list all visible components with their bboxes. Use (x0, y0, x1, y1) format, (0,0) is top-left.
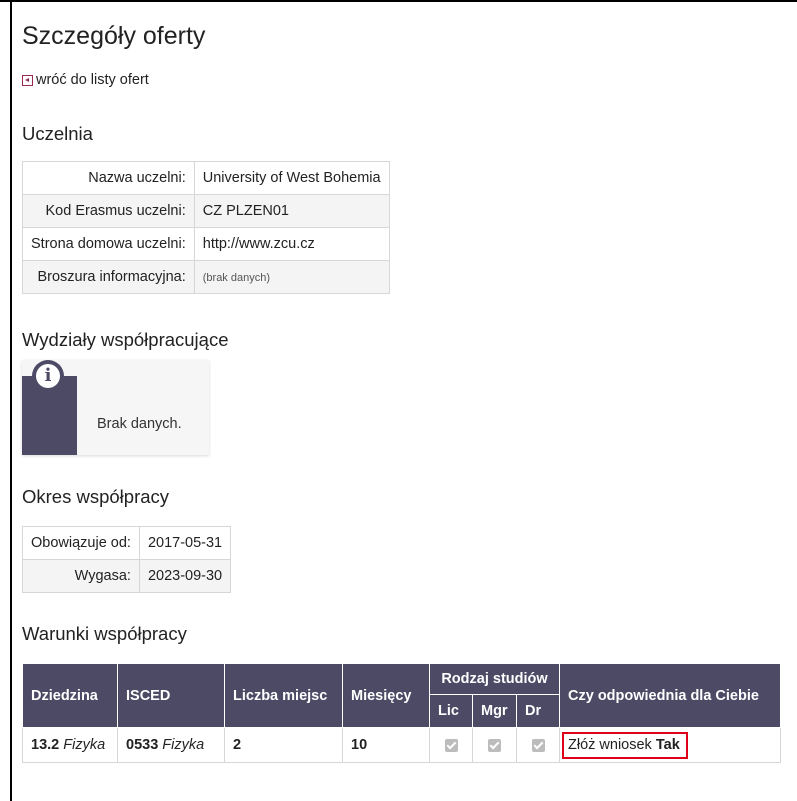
lic-checkbox (444, 738, 458, 752)
window-top-border (0, 0, 797, 2)
cell-isced: 0533 Fizyka (117, 727, 225, 763)
header-mgr: Mgr (472, 694, 517, 728)
cell-dr (516, 727, 560, 763)
university-name-value: University of West Bohemia (193, 161, 390, 195)
info-notice: i Brak danych. (22, 360, 209, 455)
dziedzina-name: Fizyka (63, 737, 106, 753)
cell-dziedzina: 13.2 Fizyka (22, 727, 118, 763)
section-warunki-heading: Warunki współpracy (22, 623, 187, 644)
notice-text: Brak danych. (97, 416, 182, 432)
header-lic: Lic (429, 694, 473, 728)
apply-link[interactable]: Złóż wniosek (568, 737, 652, 753)
homepage-value: http://www.zcu.cz (193, 227, 390, 261)
university-table: Nazwa uczelni: University of West Bohemi… (22, 161, 390, 294)
table-row: 13.2 Fizyka 0533 Fizyka 2 10 Złóż wniose… (22, 727, 781, 763)
dziedzina-code: 13.2 (31, 737, 60, 753)
brochure-value: (brak danych) (193, 260, 390, 294)
page-title: Szczegóły oferty (22, 22, 206, 50)
cell-czy-odpowiednia: Złóż wniosek Tak (559, 727, 781, 763)
header-dziedzina: Dziedzina (22, 663, 118, 728)
dr-checkbox (531, 738, 545, 752)
table-row: Wygasa: 2023-09-30 (22, 559, 232, 593)
table-row: Strona domowa uczelni: http://www.zcu.cz (22, 227, 390, 261)
cell-lic (429, 727, 473, 763)
expires-value: 2023-09-30 (138, 559, 232, 593)
header-miesiecy: Miesięcy (342, 663, 430, 728)
section-uczelnia-heading: Uczelnia (22, 123, 93, 144)
liczba-miejsc-value: 2 (233, 737, 242, 753)
isced-code: 0533 (126, 737, 159, 753)
window-left-border (10, 0, 12, 801)
header-isced: ISCED (117, 663, 225, 728)
isced-name: Fizyka (162, 737, 205, 753)
apply-highlight[interactable]: Złóż wniosek Tak (562, 731, 688, 759)
section-okres-heading: Okres współpracy (22, 486, 170, 507)
erasmus-code-label: Kod Erasmus uczelni: (22, 194, 195, 228)
header-dr: Dr (516, 694, 560, 728)
brochure-value-text: (brak danych) (202, 272, 271, 284)
mgr-checkbox (488, 738, 501, 752)
valid-from-label: Obowiązuje od: (22, 526, 140, 560)
back-to-offers-link[interactable]: wróć do listy ofert (22, 72, 149, 88)
header-liczba-miejsc: Liczba miejsc (224, 663, 343, 728)
table-row: Nazwa uczelni: University of West Bohemi… (22, 161, 390, 195)
back-arrow-icon (22, 74, 33, 86)
cell-miesiecy: 10 (342, 727, 430, 763)
back-link-label: wróć do listy ofert (36, 72, 149, 88)
suitable-value: Tak (655, 736, 680, 753)
miesiecy-value: 10 (351, 737, 368, 753)
homepage-label: Strona domowa uczelni: (22, 227, 195, 261)
cell-liczba-miejsc: 2 (224, 727, 343, 763)
erasmus-code-value: CZ PLZEN01 (193, 194, 390, 228)
header-rodzaj-studiow: Rodzaj studiów (429, 663, 560, 695)
table-row: Broszura informacyjna: (brak danych) (22, 260, 390, 294)
cell-mgr (472, 727, 517, 763)
period-table: Obowiązuje od: 2017-05-31 Wygasa: 2023-0… (22, 526, 232, 593)
university-name-label: Nazwa uczelni: (22, 161, 195, 195)
table-row: Obowiązuje od: 2017-05-31 (22, 526, 232, 560)
info-icon: i (32, 360, 64, 392)
brochure-label: Broszura informacyjna: (22, 260, 195, 294)
section-wydzialy-heading: Wydziały współpracujące (22, 329, 229, 350)
valid-from-value: 2017-05-31 (138, 526, 232, 560)
table-row: Kod Erasmus uczelni: CZ PLZEN01 (22, 194, 390, 228)
conditions-table: Dziedzina ISCED Liczba miejsc Miesięcy R… (22, 663, 781, 763)
header-czy-odpowiednia: Czy odpowiednia dla Ciebie (559, 663, 781, 728)
expires-label: Wygasa: (22, 559, 140, 593)
